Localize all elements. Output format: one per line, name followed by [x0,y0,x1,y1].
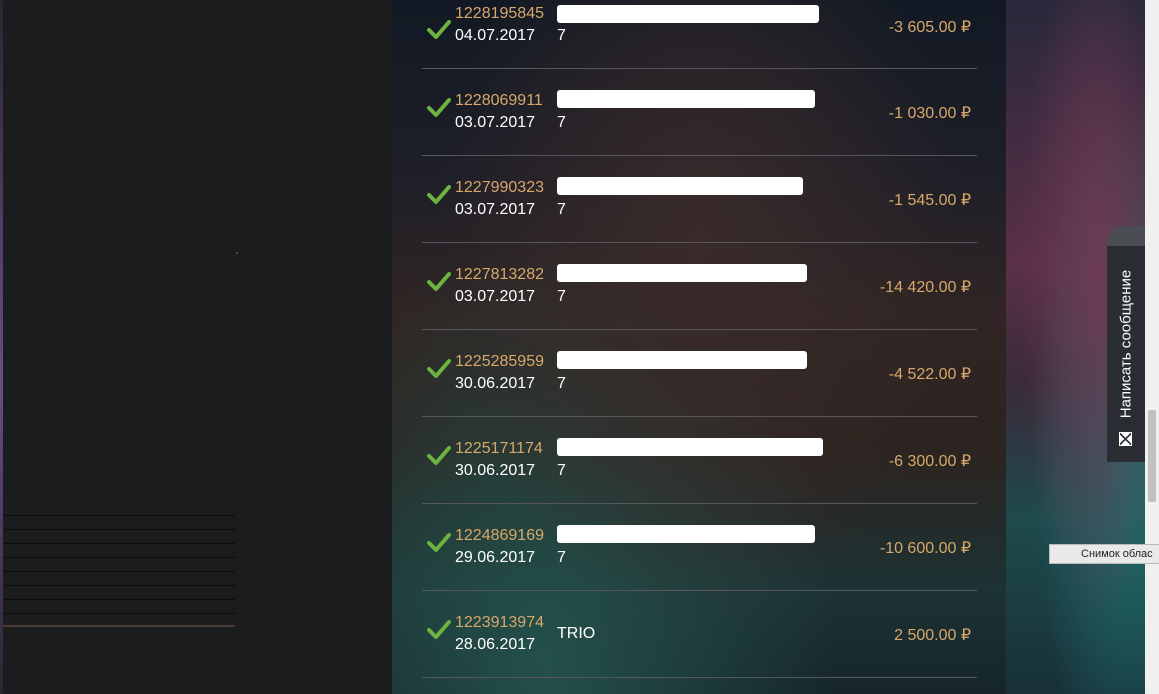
transaction-date: 03.07.2017 [455,201,536,218]
transaction-list: 1228195845 04.07.2017 7 -3 605.00 ₽ 1228… [422,0,977,678]
transaction-date: 28.06.2017 [455,636,536,653]
check-icon [427,359,451,378]
transaction-description: 7 [557,201,566,218]
transaction-row[interactable]: 1224869169 29.06.2017 7 -10 600.00 ₽ [422,504,977,591]
transaction-description: TRIO [557,625,596,642]
transaction-amount: -3 605.00 ₽ [888,19,971,36]
transaction-row[interactable]: 1227990323 03.07.2017 7 -1 545.00 ₽ [422,156,977,243]
redacted-block [557,90,815,108]
transaction-id[interactable]: 1223913974 [455,614,544,632]
transaction-id[interactable]: 1228069911 [455,92,543,110]
redacted-block [557,525,815,543]
feedback-tab[interactable]: Написать сообщение [1107,226,1145,462]
check-icon [427,620,451,639]
transaction-row[interactable]: 1228069911 03.07.2017 7 -1 030.00 ₽ [422,69,977,156]
transaction-amount: -1 030.00 ₽ [888,105,971,122]
check-icon [427,20,451,39]
redacted-block [557,351,807,369]
transaction-id[interactable]: 1227813282 [455,266,544,284]
transaction-amount: -1 545.00 ₽ [888,192,971,209]
transaction-id[interactable]: 1225285959 [455,353,544,371]
redacted-block [557,264,807,282]
transaction-row[interactable]: 1223913974 28.06.2017 TRIO 2 500.00 ₽ [422,591,977,678]
transaction-date: 30.06.2017 [455,375,536,392]
transaction-row[interactable]: 1225285959 30.06.2017 7 -4 522.00 ₽ [422,330,977,417]
transaction-amount: -6 300.00 ₽ [888,453,971,470]
feedback-tab-cap [1107,226,1145,246]
transaction-description: 7 [557,114,566,131]
check-icon [427,272,451,291]
transaction-id[interactable]: 1225171174 [455,440,543,458]
transaction-row[interactable]: 1227813282 03.07.2017 7 -14 420.00 ₽ [422,243,977,330]
transaction-date: 29.06.2017 [455,549,536,566]
check-icon [427,446,451,465]
transaction-id[interactable]: 1227990323 [455,179,544,197]
transaction-amount: 2 500.00 ₽ [894,627,971,644]
transaction-description: 7 [557,288,566,305]
check-icon [427,533,451,552]
transaction-date: 03.07.2017 [455,288,536,305]
redacted-block [557,438,823,456]
left-sparkline [3,625,235,627]
redacted-block [557,177,803,195]
transaction-amount: -4 522.00 ₽ [888,366,971,383]
transaction-description: 7 [557,462,566,479]
transaction-description: 7 [557,375,566,392]
transaction-date: 03.07.2017 [455,114,536,131]
check-icon [427,98,451,117]
transaction-amount: -14 420.00 ₽ [879,279,971,296]
transaction-row[interactable]: 1225171174 30.06.2017 7 -6 300.00 ₽ [422,417,977,504]
left-dot [236,252,238,254]
left-lines [3,515,235,627]
check-icon [427,185,451,204]
transaction-date: 30.06.2017 [455,462,536,479]
feedback-tab-label: Написать сообщение [1117,269,1135,419]
snip-tooltip: Снимок облас [1049,544,1159,564]
envelope-icon [1119,432,1132,446]
transaction-date: 04.07.2017 [455,27,536,44]
transactions-panel: 1228195845 04.07.2017 7 -3 605.00 ₽ 1228… [392,0,1006,694]
transaction-description: 7 [557,549,566,566]
transaction-description: 7 [557,27,566,44]
scrollbar-thumb[interactable] [1148,410,1156,502]
transaction-id[interactable]: 1224869169 [455,527,544,545]
scrollbar-track[interactable] [1145,0,1159,694]
transaction-amount: -10 600.00 ₽ [879,540,971,557]
redacted-block [557,5,819,23]
transaction-id[interactable]: 1228195845 [455,5,544,23]
left-pane [0,0,392,694]
transaction-row[interactable]: 1228195845 04.07.2017 7 -3 605.00 ₽ [422,0,977,69]
